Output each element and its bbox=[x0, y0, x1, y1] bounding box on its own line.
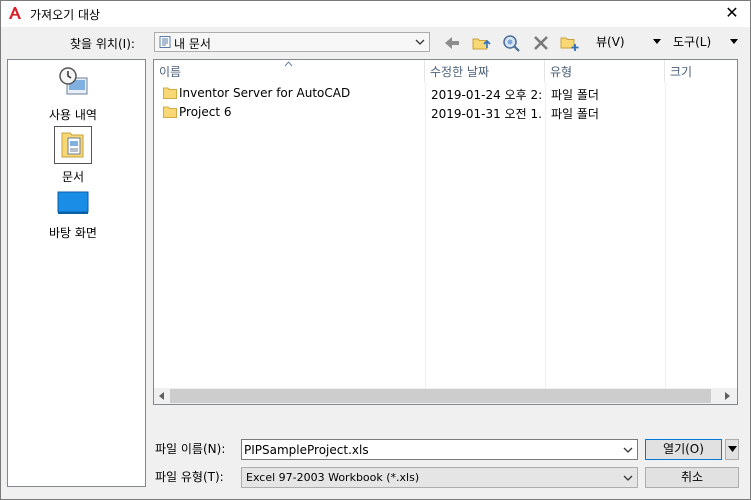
column-divider bbox=[665, 82, 666, 388]
list-item[interactable]: Project 6 2019-01-31 오전 1... 파일 폴더 bbox=[154, 103, 737, 122]
column-divider bbox=[425, 82, 426, 388]
import-dialog: 가져오기 대상 ✕ 찾을 위치(I): 내 문서 뷰(V) 도구(L) 사용 내… bbox=[0, 0, 751, 500]
file-type-label: 파일 유형(T): bbox=[155, 470, 224, 484]
open-button-label: 열기(O) bbox=[663, 442, 704, 456]
place-desktop-label: 바탕 화면 bbox=[49, 226, 97, 240]
scroll-right-arrow-icon[interactable] bbox=[725, 392, 730, 400]
desktop-icon bbox=[57, 191, 89, 214]
file-name: Inventor Server for AutoCAD bbox=[179, 86, 351, 100]
file-date: 2019-01-24 오후 2:... bbox=[431, 88, 543, 102]
title-bar: 가져오기 대상 ✕ bbox=[1, 1, 750, 27]
column-header-type-label: 유형 bbox=[550, 65, 573, 79]
column-header-size[interactable]: 크기 bbox=[665, 60, 737, 82]
view-menu[interactable]: 뷰(V) bbox=[596, 33, 625, 50]
up-folder-icon bbox=[472, 38, 491, 50]
up-folder-button[interactable] bbox=[470, 32, 492, 54]
new-folder-icon bbox=[560, 37, 579, 51]
column-header-date[interactable]: 수정한 날짜 bbox=[425, 60, 545, 82]
place-documents[interactable]: 문서 bbox=[8, 126, 145, 190]
caret-down-icon bbox=[728, 446, 737, 452]
file-type: 파일 폴더 bbox=[551, 107, 599, 121]
open-button[interactable]: 열기(O) bbox=[645, 439, 722, 460]
back-arrow-icon bbox=[445, 37, 459, 49]
places-bar: 사용 내역 문서 바탕 화면 bbox=[7, 59, 146, 487]
file-date: 2019-01-31 오전 1... bbox=[431, 107, 543, 121]
file-name-input[interactable] bbox=[244, 441, 619, 458]
horizontal-scrollbar[interactable] bbox=[154, 388, 737, 404]
cancel-button[interactable]: 취소 bbox=[645, 467, 739, 488]
column-header-type[interactable]: 유형 bbox=[545, 60, 665, 82]
sort-ascending-icon bbox=[284, 61, 293, 67]
file-name-combo[interactable] bbox=[241, 439, 638, 460]
look-in-dropdown[interactable]: 내 문서 bbox=[154, 32, 430, 52]
folder-icon bbox=[163, 106, 177, 118]
open-options-button[interactable] bbox=[725, 439, 739, 460]
search-web-button[interactable] bbox=[500, 32, 522, 54]
chevron-down-icon bbox=[415, 39, 425, 45]
delete-button[interactable] bbox=[530, 32, 552, 54]
column-header-date-label: 수정한 날짜 bbox=[430, 65, 490, 79]
documents-icon bbox=[61, 132, 84, 158]
place-history-label: 사용 내역 bbox=[49, 108, 97, 122]
cancel-button-label: 취소 bbox=[680, 470, 704, 484]
chevron-down-icon bbox=[623, 475, 633, 481]
list-item[interactable]: Inventor Server for AutoCAD 2019-01-24 오… bbox=[154, 84, 737, 103]
autocad-app-icon bbox=[9, 7, 21, 19]
scrollbar-thumb[interactable] bbox=[170, 389, 711, 403]
place-desktop[interactable]: 바탕 화면 bbox=[8, 186, 145, 250]
column-header-name[interactable]: 이름 bbox=[154, 60, 425, 82]
documents-folder-icon bbox=[159, 36, 171, 48]
column-header-name-label: 이름 bbox=[159, 65, 182, 79]
file-type-value: Excel 97-2003 Workbook (*.xls) bbox=[246, 471, 420, 484]
file-name: Project 6 bbox=[179, 105, 232, 119]
file-name-label: 파일 이름(N): bbox=[155, 442, 226, 456]
tools-menu[interactable]: 도구(L) bbox=[673, 33, 711, 50]
file-list: 이름 수정한 날짜 유형 크기 Inventor Server for Auto… bbox=[153, 59, 738, 405]
look-in-value: 내 문서 bbox=[174, 37, 211, 51]
folder-icon bbox=[163, 87, 177, 99]
place-history[interactable]: 사용 내역 bbox=[8, 64, 145, 128]
chevron-down-icon[interactable] bbox=[621, 442, 635, 458]
back-button[interactable] bbox=[441, 32, 463, 54]
column-divider bbox=[545, 82, 546, 388]
close-button[interactable]: ✕ bbox=[722, 3, 742, 23]
column-header-size-label: 크기 bbox=[670, 65, 693, 79]
place-documents-label: 문서 bbox=[61, 170, 85, 184]
history-clock-icon bbox=[59, 67, 88, 95]
close-icon: ✕ bbox=[725, 3, 739, 22]
view-dropdown-arrow[interactable] bbox=[653, 39, 661, 44]
delete-x-icon bbox=[534, 36, 548, 50]
search-globe-icon bbox=[503, 35, 520, 52]
look-in-label: 찾을 위치(I): bbox=[70, 37, 135, 51]
tools-dropdown-arrow[interactable] bbox=[730, 39, 738, 44]
new-folder-button[interactable] bbox=[559, 32, 581, 54]
window-title: 가져오기 대상 bbox=[30, 8, 101, 22]
file-type: 파일 폴더 bbox=[551, 88, 599, 102]
scroll-left-arrow-icon[interactable] bbox=[159, 392, 164, 400]
file-type-dropdown[interactable]: Excel 97-2003 Workbook (*.xls) bbox=[241, 467, 638, 488]
